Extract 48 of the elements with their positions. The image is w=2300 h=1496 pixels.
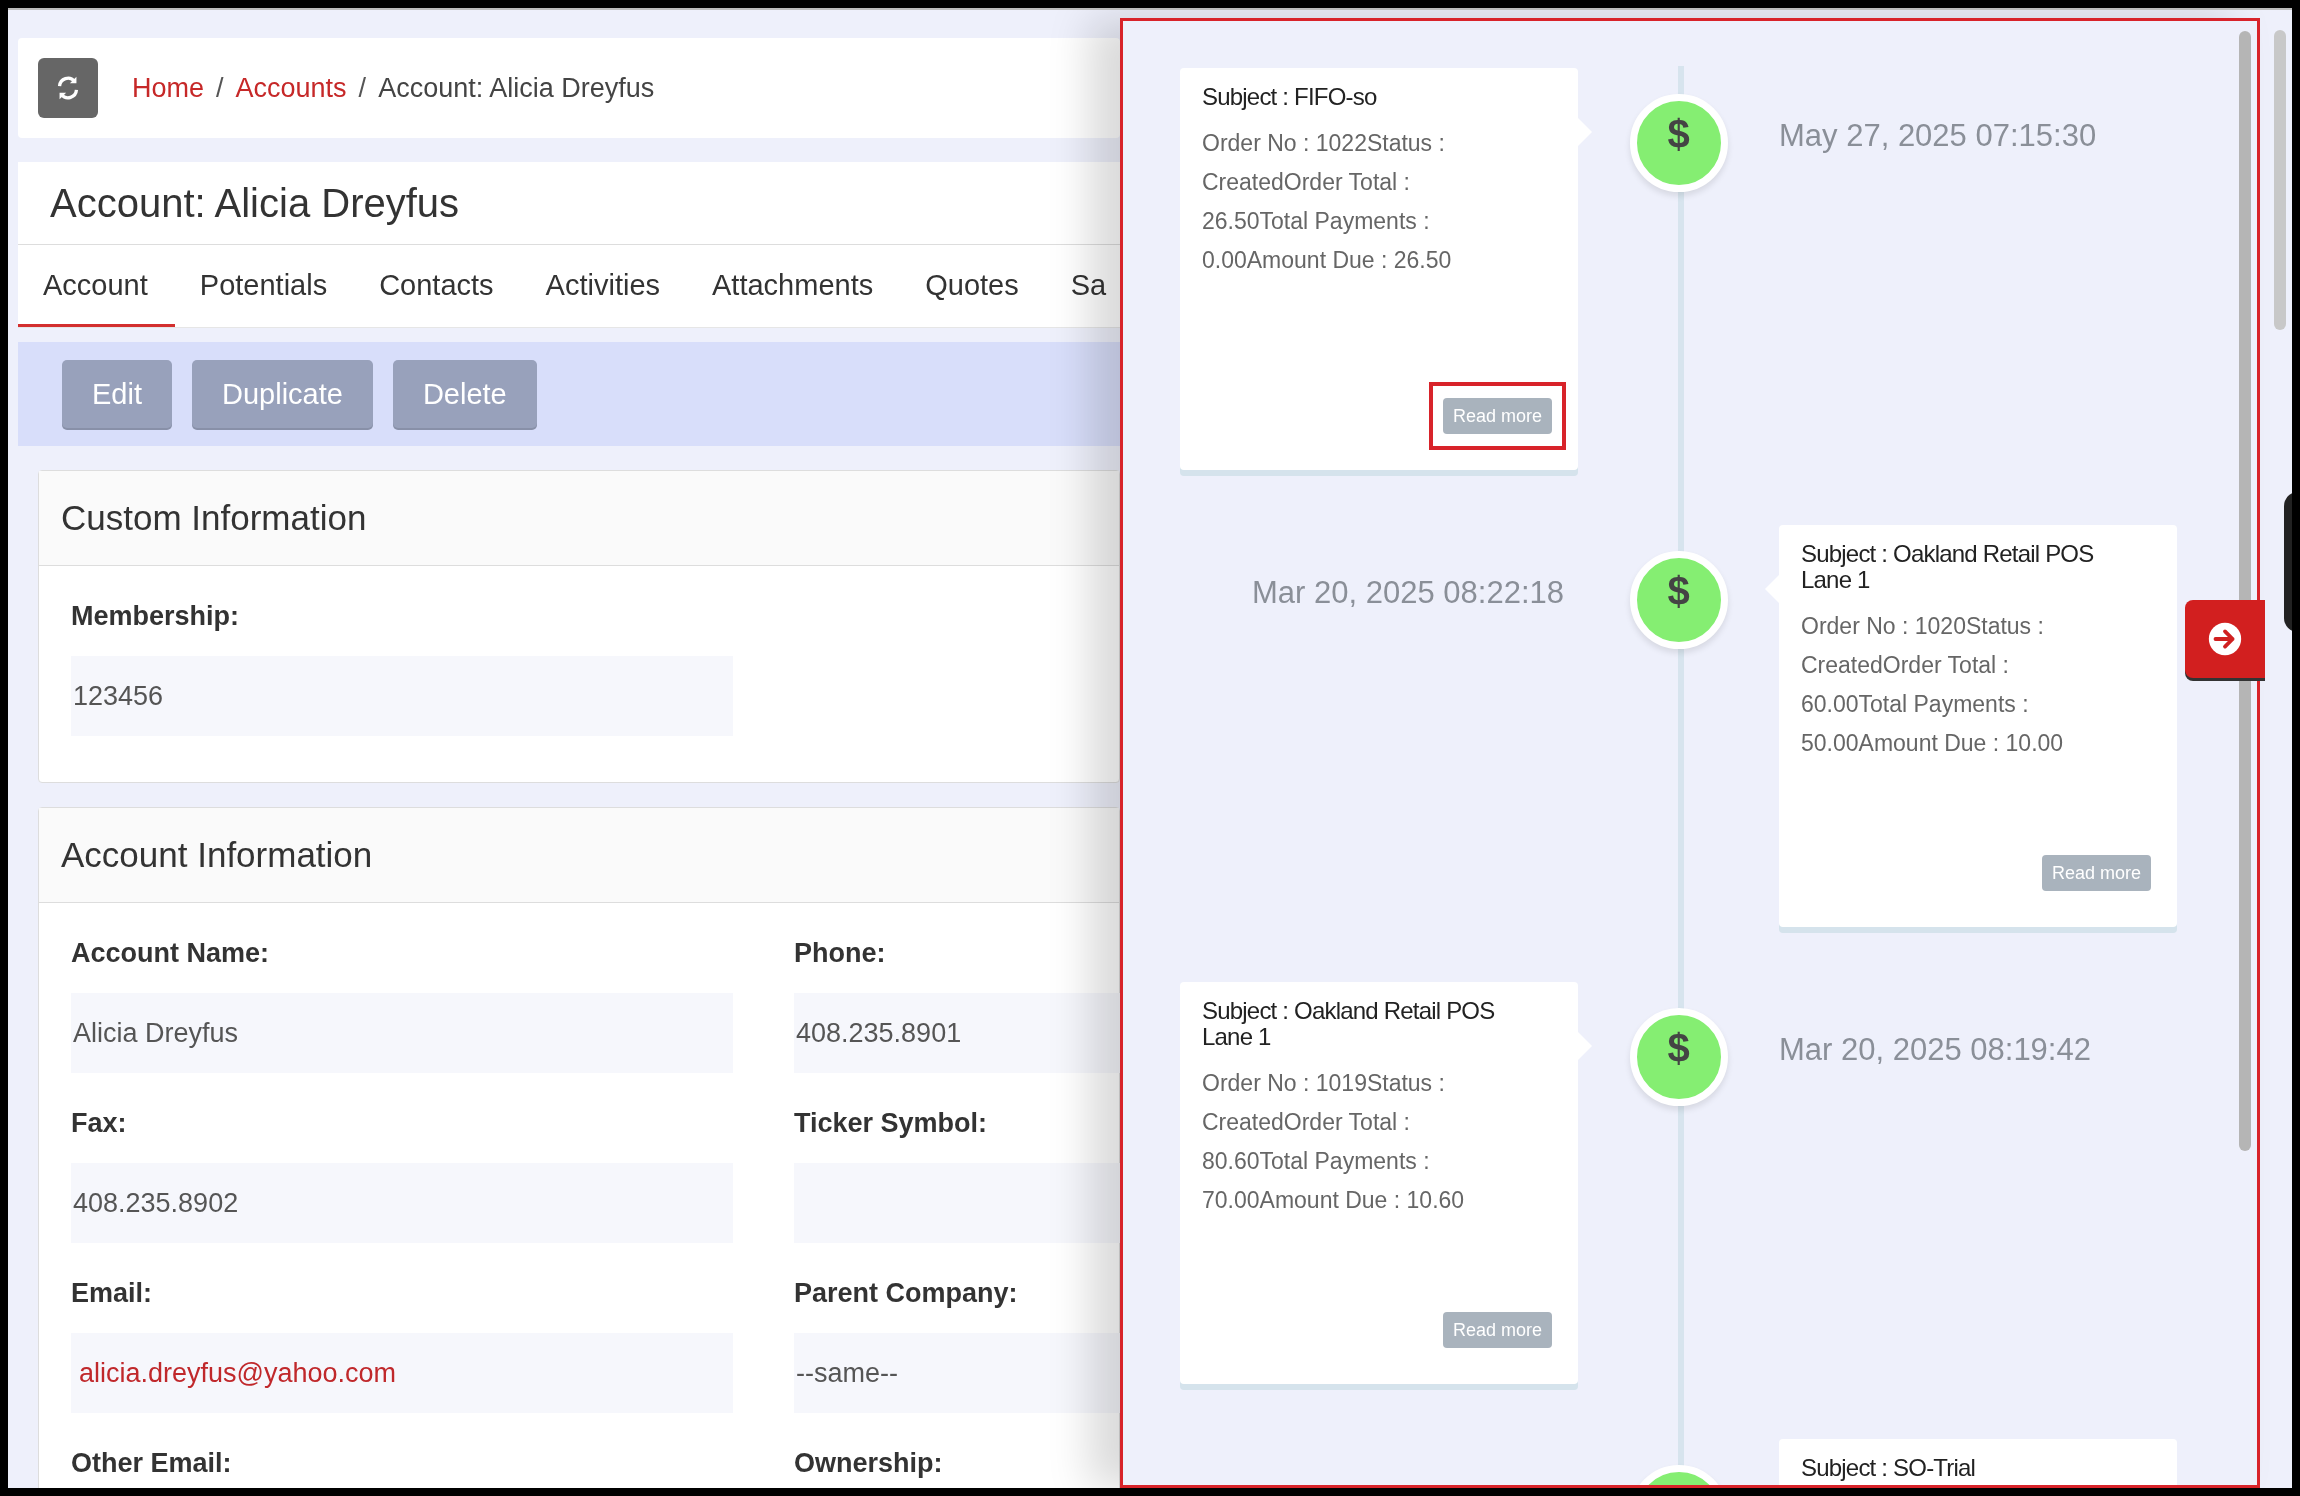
tab[interactable]: Sa	[1045, 245, 1107, 327]
field-value: 408.235.8902	[71, 1163, 733, 1243]
entry-date: May 27, 2025 07:15:30	[1779, 118, 2098, 154]
field-value: Alicia Dreyfus	[71, 993, 733, 1073]
scrollbar-thumb[interactable]	[2239, 31, 2251, 1151]
field-label: Parent Company:	[794, 1277, 1019, 1310]
card-subject: Subject : SO-Trial	[1801, 1455, 1977, 1481]
breadcrumb-link[interactable]: Home	[132, 72, 205, 104]
tab[interactable]: Account	[18, 245, 175, 327]
breadcrumb-current: Account: Alicia Dreyfus	[378, 72, 655, 104]
card-subject: Subject : Oakland Retail POS Lane 1	[1801, 541, 2095, 593]
scrollbar-thumb[interactable]	[2274, 30, 2286, 330]
arrow-right-icon	[2206, 620, 2244, 658]
section-title: Account Information	[61, 835, 373, 875]
tab[interactable]: Attachments	[687, 245, 901, 327]
next-button[interactable]	[2185, 600, 2265, 678]
breadcrumb-separator: /	[357, 72, 368, 104]
tab[interactable]: Activities	[520, 245, 688, 327]
field-label: Ticker Symbol:	[794, 1107, 989, 1140]
field-value: 408.235.8901	[794, 993, 1120, 1073]
tab[interactable]: Contacts	[354, 245, 521, 327]
field-label: Email:	[71, 1277, 154, 1310]
tab[interactable]: Quotes	[900, 245, 1046, 327]
dollar-icon: $	[1629, 551, 1728, 649]
field-value[interactable]: alicia.dreyfus@yahoo.com	[71, 1333, 733, 1413]
refresh-button[interactable]	[38, 58, 98, 118]
field-label: Fax:	[71, 1107, 128, 1140]
field-label: Phone:	[794, 937, 887, 970]
card-text: Order No : 1022Status : CreatedOrder Total : 26.50Total Payments : 0.00Amount Due : 26.50	[1202, 129, 1453, 275]
field-value: 123456	[71, 656, 733, 736]
card-text: Order No : 1019Status : CreatedOrder Total : 80.60Total Payments : 70.00Amount Due : 10.60	[1202, 1069, 1466, 1215]
field-label: Membership:	[71, 600, 241, 633]
entry-date: Mar 20, 2025 08:22:18	[1252, 575, 1565, 611]
breadcrumb-link[interactable]: Accounts	[235, 72, 347, 104]
field-label: Account Name:	[71, 937, 271, 970]
card-subject: Subject : Oakland Retail POS Lane 1	[1202, 998, 1496, 1050]
page-title: Account: Alicia Dreyfus	[18, 162, 1120, 245]
card-text: Order No : 1020Status : CreatedOrder Total : 60.00Total Payments : 50.00Amount Due : 10.00	[1801, 612, 2065, 758]
dollar-icon: $	[1629, 1008, 1728, 1106]
section-title: Custom Information	[61, 498, 367, 538]
breadcrumb-separator: /	[215, 72, 225, 104]
field-label: Ownership:	[794, 1447, 944, 1480]
card-subject: Subject : FIFO-so	[1202, 84, 1378, 110]
tab[interactable]: Potentials	[174, 245, 355, 327]
dollar-icon: $	[1629, 94, 1728, 192]
field-value: --same--	[794, 1333, 1120, 1413]
field-label: Other Email:	[71, 1447, 233, 1480]
entry-date: Mar 20, 2025 08:19:42	[1779, 1032, 2092, 1068]
